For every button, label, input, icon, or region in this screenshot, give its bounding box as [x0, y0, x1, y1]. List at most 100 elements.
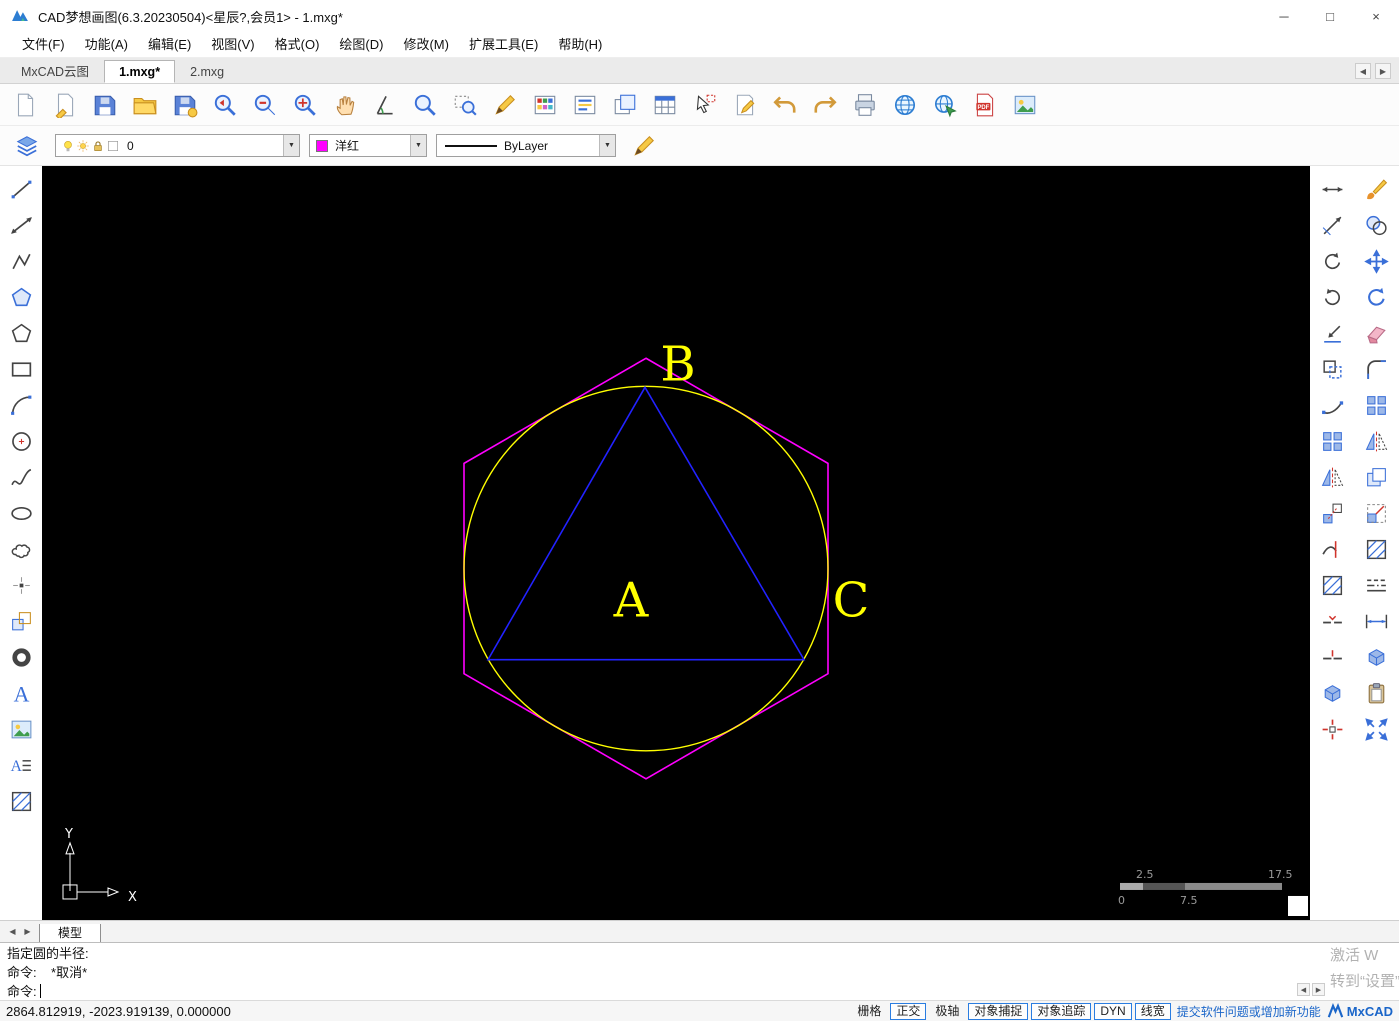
extend-button[interactable]: [1315, 316, 1349, 350]
tab-doc-2[interactable]: 2.mxg: [175, 60, 239, 83]
text-style-button[interactable]: [566, 87, 604, 123]
break-button[interactable]: [1315, 604, 1349, 638]
menu-item[interactable]: 绘图(D): [329, 34, 393, 56]
ellipse-button[interactable]: [4, 496, 38, 530]
raster-image-button[interactable]: [4, 712, 38, 746]
move-button[interactable]: [1360, 244, 1394, 278]
chevron-down-icon[interactable]: ▼: [410, 135, 426, 156]
minimize-button[interactable]: ─: [1261, 0, 1307, 32]
erase-button[interactable]: [1360, 316, 1394, 350]
select-objects-button[interactable]: [686, 87, 724, 123]
toggle-grid[interactable]: 栅格: [851, 1003, 887, 1020]
cmd-scroll-right-button[interactable]: ▶: [1312, 983, 1325, 996]
save-edit-button[interactable]: [86, 87, 124, 123]
zoom-realtime-button[interactable]: [406, 87, 444, 123]
mirror-copy-button[interactable]: [1360, 424, 1394, 458]
undo-button[interactable]: [766, 87, 804, 123]
toggle-otrack[interactable]: 对象追踪: [1031, 1002, 1092, 1020]
explode-button[interactable]: [1315, 712, 1349, 746]
model-next-button[interactable]: ▶: [20, 924, 35, 940]
drawing-canvas[interactable]: B A C Y X 2.5 17.5 0 7.5: [42, 166, 1310, 920]
align-button[interactable]: [1315, 496, 1349, 530]
menu-item[interactable]: 格式(O): [265, 34, 330, 56]
label-a[interactable]: A: [613, 573, 650, 629]
chevron-down-icon[interactable]: ▼: [599, 135, 615, 156]
circle-entity[interactable]: [463, 385, 829, 752]
line-button[interactable]: [4, 172, 38, 206]
donut-button[interactable]: [4, 640, 38, 674]
quick-draw-button[interactable]: [486, 87, 524, 123]
stretch-button[interactable]: [1315, 172, 1349, 206]
toggle-polar[interactable]: 极轴: [929, 1003, 965, 1020]
array-button[interactable]: [1315, 424, 1349, 458]
pan-button[interactable]: [326, 87, 364, 123]
rotate-right-button[interactable]: [1315, 280, 1349, 314]
copy-button[interactable]: [1360, 460, 1394, 494]
mirror-button[interactable]: [1315, 460, 1349, 494]
polyline-button[interactable]: [4, 244, 38, 278]
export-image-button[interactable]: [1006, 87, 1044, 123]
rect-array-button[interactable]: [1360, 388, 1394, 422]
circle-button[interactable]: [4, 424, 38, 458]
menu-item[interactable]: 修改(M): [393, 34, 459, 56]
scale-button[interactable]: [1360, 496, 1394, 530]
hatch-tool-button[interactable]: [1360, 532, 1394, 566]
cmd-scroll-left-button[interactable]: ◀: [1297, 983, 1310, 996]
label-c[interactable]: C: [833, 573, 870, 629]
redo-button[interactable]: [806, 87, 844, 123]
layer-select[interactable]: 0 ▼: [55, 134, 300, 157]
lengthen-button[interactable]: [1315, 208, 1349, 242]
zoom-extents-button[interactable]: [286, 87, 324, 123]
solid-box-button[interactable]: [1315, 676, 1349, 710]
tab-doc-1[interactable]: 1.mxg*: [104, 60, 176, 83]
construction-line-button[interactable]: [4, 208, 38, 242]
draw-order-button[interactable]: [625, 128, 663, 164]
sync-cloud-button[interactable]: [926, 87, 964, 123]
export-pdf-button[interactable]: PDF: [966, 87, 1004, 123]
toggle-ortho[interactable]: 正交: [890, 1002, 927, 1020]
menu-item[interactable]: 扩展工具(E): [459, 34, 548, 56]
toggle-osnap[interactable]: 对象捕捉: [968, 1002, 1029, 1020]
tab-mxcad-cloud[interactable]: MxCAD云图: [6, 60, 104, 83]
spline-button[interactable]: [4, 460, 38, 494]
edit-attributes-button[interactable]: [726, 87, 764, 123]
offset-button[interactable]: [1315, 352, 1349, 386]
fillet-button[interactable]: [1360, 352, 1394, 386]
label-b[interactable]: B: [660, 336, 695, 392]
linetype-select[interactable]: ByLayer ▼: [436, 134, 616, 157]
measure-button[interactable]: [366, 87, 404, 123]
model-prev-button[interactable]: ◀: [5, 924, 20, 940]
dimension-button[interactable]: [1360, 604, 1394, 638]
rotate-button[interactable]: [1360, 280, 1394, 314]
zoom-previous-button[interactable]: [206, 87, 244, 123]
color-select[interactable]: 洋红 ▼: [309, 134, 427, 157]
solid-button[interactable]: [1360, 640, 1394, 674]
layer-manager-button[interactable]: [606, 87, 644, 123]
table-style-button[interactable]: [646, 87, 684, 123]
print-button[interactable]: [846, 87, 884, 123]
polygon-button[interactable]: [4, 280, 38, 314]
hatch-edit-button[interactable]: [1315, 568, 1349, 602]
rotate-left-button[interactable]: [1315, 244, 1349, 278]
fillet-circles-button[interactable]: [1360, 208, 1394, 242]
multiline-text-button[interactable]: A: [4, 748, 38, 782]
insert-block-button[interactable]: [4, 604, 38, 638]
menu-item[interactable]: 文件(F): [12, 34, 75, 56]
hexagon-entity[interactable]: [463, 357, 829, 780]
hatch-button[interactable]: [4, 784, 38, 818]
trim-button[interactable]: [1315, 532, 1349, 566]
maximize-button[interactable]: □: [1307, 0, 1353, 32]
open-file-button[interactable]: [126, 87, 164, 123]
toggle-dyn[interactable]: DYN: [1094, 1002, 1132, 1020]
arc-button[interactable]: [4, 388, 38, 422]
rectangle-button[interactable]: [4, 352, 38, 386]
explode-all-button[interactable]: [1360, 712, 1394, 746]
new-file-button[interactable]: [6, 87, 44, 123]
menu-item[interactable]: 功能(A): [75, 34, 138, 56]
feedback-link[interactable]: 提交软件问题或增加新功能: [1177, 1003, 1321, 1020]
layers-button[interactable]: [8, 128, 46, 164]
break-at-point-button[interactable]: [1315, 640, 1349, 674]
revision-cloud-button[interactable]: [4, 532, 38, 566]
publish-web-button[interactable]: [886, 87, 924, 123]
command-line-panel[interactable]: 指定圆的半径: 命令: *取消* 命令: 激活 W 转到“设置” ◀ ▶: [0, 942, 1399, 1000]
